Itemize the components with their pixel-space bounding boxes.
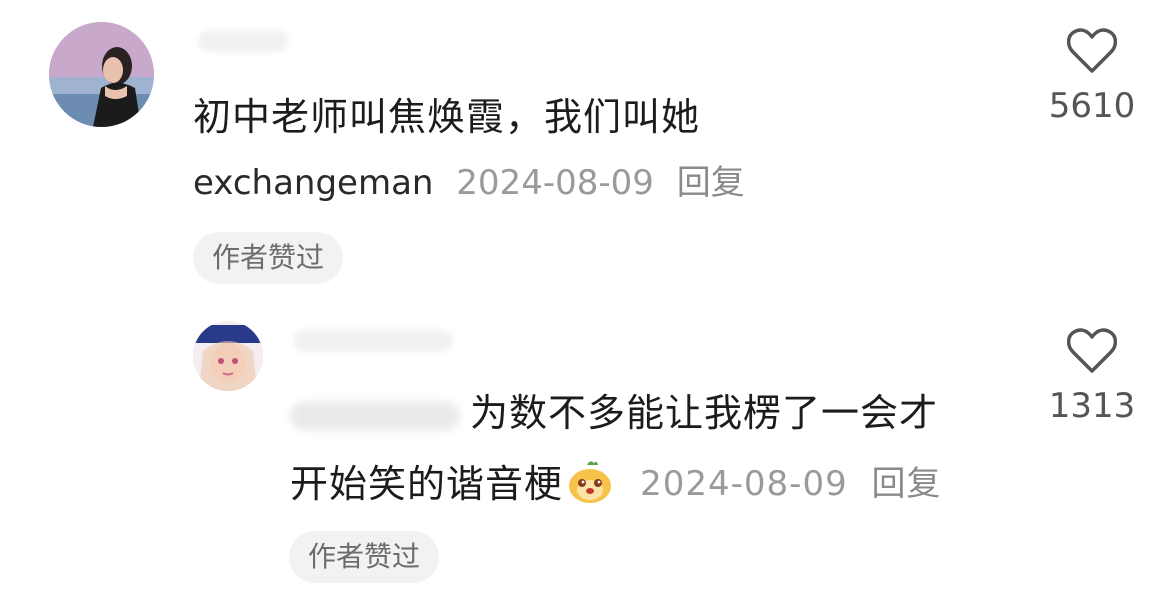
reply-button[interactable]: 回复 <box>872 464 942 504</box>
username-redacted[interactable] <box>293 330 453 352</box>
comment-text-line2: 开始笑的谐音梗 <box>290 462 564 506</box>
avatar[interactable] <box>193 321 263 391</box>
author-liked-badge: 作者赞过 <box>193 232 344 284</box>
reply-button[interactable]: 回复 <box>677 163 745 203</box>
comment-date: 2024-08-09 <box>456 163 654 203</box>
comment-meta: exchangeman 2024-08-09 回复 <box>193 163 745 203</box>
comment-meta: 2024-08-09 回复 <box>640 464 941 504</box>
smiling-face-emoji <box>567 459 613 505</box>
like-count: 5610 <box>1048 86 1136 126</box>
like-count: 1313 <box>1048 386 1136 426</box>
mention-username[interactable]: exchangeman <box>193 163 433 203</box>
like-button[interactable]: 1313 <box>1032 328 1152 426</box>
comment-text-line1: 为数不多能让我楞了一会才 <box>470 391 939 435</box>
avatar[interactable] <box>49 22 154 127</box>
like-button[interactable]: 5610 <box>1032 28 1152 126</box>
username-redacted[interactable] <box>198 30 288 52</box>
redacted-mention <box>290 400 460 431</box>
comment-date: 2024-08-09 <box>640 464 848 504</box>
comment-text: 初中老师叫焦焕霞，我们叫她 <box>193 95 701 139</box>
author-liked-badge: 作者赞过 <box>289 531 440 583</box>
comment-text-line2-row: 开始笑的谐音梗 2024-08-09 回复 <box>290 459 942 506</box>
comment-text: 为数不多能让我楞了一会才 <box>290 391 938 435</box>
heart-outline-icon[interactable] <box>1067 28 1117 74</box>
heart-outline-icon[interactable] <box>1067 328 1117 374</box>
